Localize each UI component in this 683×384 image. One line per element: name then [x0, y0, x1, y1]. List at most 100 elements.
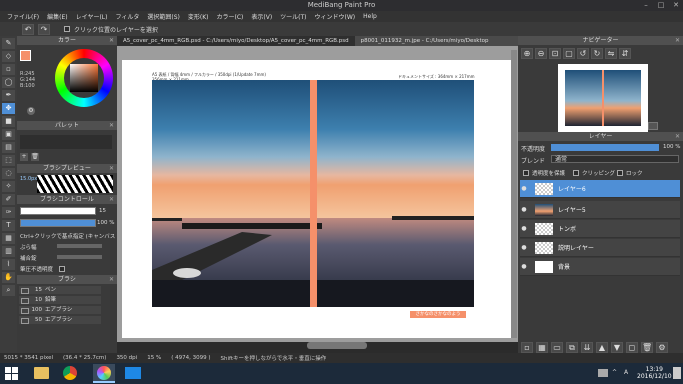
- panel-close-icon[interactable]: ✕: [675, 132, 680, 141]
- rotate-right-icon[interactable]: ↻: [591, 48, 603, 59]
- zoom-actual-icon[interactable]: ▢: [563, 48, 575, 59]
- eraser-tool-icon[interactable]: ◇: [2, 51, 15, 62]
- zoom-fit-icon[interactable]: ⊡: [549, 48, 561, 59]
- frame-tool-icon[interactable]: ▥: [2, 246, 15, 257]
- hand-tool-icon[interactable]: ✋: [2, 272, 15, 283]
- select-layer-checkbox[interactable]: [64, 26, 70, 33]
- flip-vertical-icon[interactable]: ⇵: [619, 48, 631, 59]
- text-tool-icon[interactable]: T: [2, 220, 15, 231]
- lasso-select-icon[interactable]: ◌: [2, 168, 15, 179]
- menu-transform[interactable]: 変形(K): [184, 12, 213, 21]
- brush-tool-icon[interactable]: ✎: [2, 38, 15, 49]
- list-item[interactable]: 15 ペン: [19, 286, 101, 295]
- duplicate-layer-icon[interactable]: ⧉: [566, 341, 578, 353]
- minimize-button[interactable]: –: [639, 0, 653, 11]
- close-button[interactable]: ✕: [669, 0, 683, 11]
- select-pen-icon[interactable]: ✐: [2, 194, 15, 205]
- layer-opacity-slider[interactable]: [551, 144, 659, 151]
- clipping-checkbox[interactable]: [573, 169, 579, 176]
- maximize-button[interactable]: □: [654, 0, 668, 11]
- blur-slider[interactable]: [57, 244, 102, 248]
- protect-alpha-checkbox[interactable]: [523, 169, 529, 176]
- panel-tool-icon[interactable]: ▦: [2, 233, 15, 244]
- panel-close-icon[interactable]: ✕: [109, 275, 114, 284]
- lasso-tool-icon[interactable]: ◯: [2, 77, 15, 88]
- layer-down-icon[interactable]: ▼: [611, 341, 623, 353]
- select-eraser-icon[interactable]: ✑: [2, 207, 15, 218]
- keyboard-icon[interactable]: [598, 369, 608, 377]
- eyedropper-icon[interactable]: ⌇: [2, 259, 15, 270]
- move-tool-icon[interactable]: ✥: [2, 103, 15, 114]
- menu-view[interactable]: 表示(V): [247, 12, 276, 21]
- layer-row[interactable]: ● 説明レイヤー: [520, 239, 680, 257]
- panel-close-icon[interactable]: ✕: [109, 121, 114, 130]
- clock[interactable]: 13:19 2016/12/10: [637, 366, 672, 380]
- notification-icon[interactable]: [673, 367, 681, 379]
- brush-opacity-slider[interactable]: [20, 219, 96, 227]
- palette-swatches[interactable]: [20, 135, 112, 149]
- menu-file[interactable]: ファイル(F): [3, 12, 43, 21]
- vertical-scrollbar[interactable]: [511, 50, 517, 338]
- rotate-left-icon[interactable]: ↺: [577, 48, 589, 59]
- layer-row[interactable]: ● トンボ: [520, 220, 680, 238]
- fill-tool-icon[interactable]: ▣: [2, 129, 15, 140]
- menu-filter[interactable]: フィルタ: [111, 12, 143, 21]
- chrome-icon[interactable]: [63, 366, 77, 380]
- flip-horizontal-icon[interactable]: ⇋: [605, 48, 617, 59]
- ime-indicator[interactable]: A: [624, 369, 628, 376]
- medibang-taskbar-icon[interactable]: [93, 364, 115, 383]
- list-item[interactable]: 50 エアブラシ: [19, 316, 101, 325]
- panel-close-icon[interactable]: ✕: [675, 36, 680, 45]
- menu-color[interactable]: カラー(C): [213, 12, 248, 21]
- eye-icon[interactable]: ●: [520, 185, 528, 192]
- color-settings-icon[interactable]: ⚙: [27, 107, 35, 115]
- list-item[interactable]: 10 鉛筆: [19, 296, 101, 305]
- panel-close-icon[interactable]: ✕: [109, 195, 114, 204]
- brush-size-slider[interactable]: [20, 207, 96, 215]
- select-tool-icon[interactable]: ⬚: [2, 155, 15, 166]
- up-arrow-icon[interactable]: ^: [612, 369, 617, 376]
- panel-close-icon[interactable]: ✕: [109, 164, 114, 173]
- layer-row[interactable]: ● レイヤー6: [520, 180, 680, 198]
- merge-down-icon[interactable]: ⇊: [581, 341, 593, 353]
- horizontal-scrollbar[interactable]: [307, 342, 367, 349]
- pen-tool-icon[interactable]: ✒: [2, 90, 15, 101]
- mail-icon[interactable]: [125, 367, 141, 379]
- foreground-color-swatch[interactable]: [20, 50, 31, 61]
- fill-rect-tool-icon[interactable]: ■: [2, 116, 15, 127]
- layer-up-icon[interactable]: ▲: [596, 341, 608, 353]
- eye-icon[interactable]: ●: [520, 225, 528, 232]
- new-folder-icon[interactable]: ▭: [551, 341, 563, 353]
- list-item[interactable]: 100 エアブラシ: [19, 306, 101, 315]
- start-button-icon[interactable]: [5, 367, 18, 380]
- dot-tool-icon[interactable]: ▫: [2, 64, 15, 75]
- delete-layer-icon[interactable]: 🗑: [641, 341, 653, 353]
- clear-layer-icon[interactable]: ◻: [626, 341, 638, 353]
- menu-help[interactable]: Help: [359, 13, 381, 20]
- magic-wand-icon[interactable]: ✧: [2, 181, 15, 192]
- eye-icon[interactable]: ●: [520, 263, 528, 270]
- document-tab[interactable]: p8001_011932_m.jpe - C:/Users/miyo/Deskt…: [355, 36, 495, 46]
- gradient-tool-icon[interactable]: ▤: [2, 142, 15, 153]
- menu-window[interactable]: ウィンドウ(W): [311, 12, 360, 21]
- eye-icon[interactable]: ●: [520, 206, 528, 213]
- menu-edit[interactable]: 編集(E): [43, 12, 71, 21]
- palette-add-icon[interactable]: +: [20, 153, 28, 161]
- navigator-settings-icon[interactable]: [648, 122, 658, 130]
- layer-row[interactable]: ● 背景: [520, 258, 680, 276]
- document-tab[interactable]: A5_cover_pc_4mm_RGB.psd - C:/Users/miyo/…: [117, 36, 355, 46]
- pressure-opacity-checkbox[interactable]: [59, 265, 65, 272]
- fill-slider[interactable]: [57, 255, 102, 259]
- layer-row[interactable]: ● レイヤー5: [520, 201, 680, 219]
- menu-tool[interactable]: ツール(T): [276, 12, 310, 21]
- file-explorer-icon[interactable]: [34, 367, 49, 379]
- palette-delete-icon[interactable]: 🗑: [31, 153, 39, 161]
- zoom-in-icon[interactable]: ⊕: [521, 48, 533, 59]
- zoom-out-icon[interactable]: ⊖: [535, 48, 547, 59]
- blend-mode-select[interactable]: 通常: [551, 155, 679, 163]
- new-layer-icon[interactable]: ▫: [521, 341, 533, 353]
- layer-settings-icon[interactable]: ⚙: [656, 341, 668, 353]
- undo-button[interactable]: ↶: [22, 23, 34, 35]
- new-halftone-layer-icon[interactable]: ▦: [536, 341, 548, 353]
- redo-button[interactable]: ↷: [38, 23, 50, 35]
